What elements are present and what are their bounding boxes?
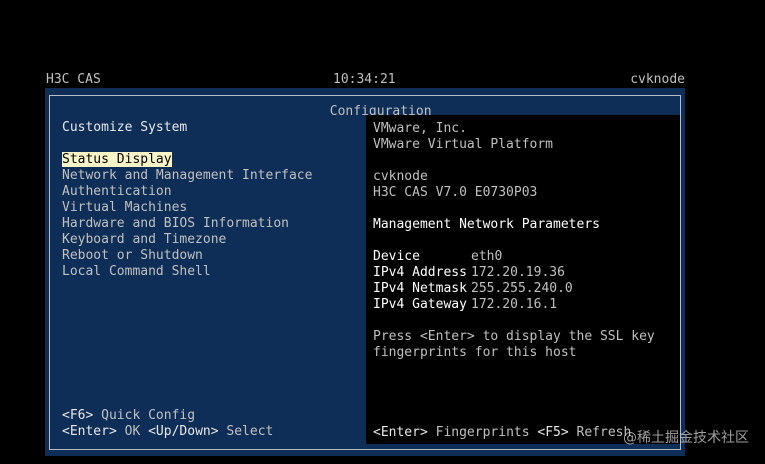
fingerprint-hint-line-2: fingerprints for this host (373, 345, 577, 360)
param-row-ipv4-netmask: IPv4 Netmask 255.255.240.0 (373, 281, 573, 297)
customize-menu: Status Display Network and Management In… (62, 152, 312, 280)
right-pane-key-hints: <Enter> Fingerprints <F5> Refresh (373, 425, 631, 441)
enter-key-label: OK (116, 424, 149, 439)
param-label: IPv4 Address (373, 265, 467, 280)
param-row-ipv4-address: IPv4 Address 172.20.19.36 (373, 265, 565, 281)
topbar-product: H3C CAS (46, 72, 101, 87)
param-row-device: Device eth0 (373, 249, 502, 265)
menu-item-reboot-shutdown[interactable]: Reboot or Shutdown (62, 248, 312, 264)
system-version: H3C CAS V7.0 E0730P03 (373, 185, 538, 200)
menu-item-label: Authentication (62, 184, 172, 199)
menu-item-label: Virtual Machines (62, 200, 188, 215)
menu-item-authentication[interactable]: Authentication (62, 184, 312, 200)
enter-key-hint[interactable]: <Enter> (373, 425, 428, 440)
f6-key-hint[interactable]: <F6> (62, 408, 93, 423)
left-pane-key-hints: <F6> Quick Config <Enter> OK <Up/Down> S… (62, 408, 273, 440)
f6-key-label: Quick Config (93, 408, 196, 423)
enter-key-hint[interactable]: <Enter> (62, 424, 117, 439)
fingerprint-hint-line-1: Press <Enter> to display the SSL key (373, 329, 655, 344)
menu-item-label: Network and Management Interface (62, 168, 313, 183)
param-value: eth0 (471, 249, 503, 264)
menu-item-hardware-bios-information[interactable]: Hardware and BIOS Information (62, 216, 312, 232)
param-row-ipv4-gateway: IPv4 Gateway 172.20.16.1 (373, 297, 557, 313)
enter-key-label: Fingerprints (427, 425, 538, 440)
param-label: Device (373, 249, 420, 264)
watermark-text: @稀土掘金技术社区 (623, 430, 749, 446)
menu-item-label: Local Command Shell (62, 264, 211, 279)
f5-key-label: Refresh (568, 425, 632, 440)
topbar-clock: 10:34:21 (333, 72, 396, 87)
param-value: 172.20.19.36 (471, 265, 565, 280)
left-pane-heading: Customize System (62, 120, 188, 135)
topbar-hostname: cvknode (630, 72, 685, 87)
param-label: IPv4 Netmask (373, 281, 467, 296)
menu-item-keyboard-timezone[interactable]: Keyboard and Timezone (62, 232, 312, 248)
param-value: 172.20.16.1 (471, 297, 558, 312)
menu-item-local-command-shell[interactable]: Local Command Shell (62, 264, 312, 280)
system-hostname: cvknode (373, 169, 428, 184)
param-label: IPv4 Gateway (373, 297, 467, 312)
configuration-dialog: Configuration Customize System Status Di… (45, 88, 685, 456)
updown-key-hint[interactable]: <Up/Down> (148, 424, 218, 439)
menu-item-virtual-machines[interactable]: Virtual Machines (62, 200, 312, 216)
system-vendor: VMware, Inc. (373, 121, 467, 136)
menu-item-label: Hardware and BIOS Information (62, 216, 289, 231)
left-pane: Customize System Status Display Network … (54, 103, 358, 444)
menu-item-network-management-interface[interactable]: Network and Management Interface (62, 168, 312, 184)
status-display-pane: VMware, Inc. VMware Virtual Platform cvk… (366, 115, 680, 444)
param-value: 255.255.240.0 (471, 281, 573, 296)
menu-item-label: Keyboard and Timezone (62, 232, 227, 247)
menu-item-status-display[interactable]: Status Display (62, 152, 312, 168)
menu-item-label: Status Display (62, 152, 172, 167)
management-network-heading: Management Network Parameters (373, 217, 600, 232)
f5-key-hint[interactable]: <F5> (537, 425, 568, 440)
system-product: VMware Virtual Platform (373, 137, 554, 152)
updown-key-label: Select (218, 424, 274, 439)
menu-item-label: Reboot or Shutdown (62, 248, 203, 263)
